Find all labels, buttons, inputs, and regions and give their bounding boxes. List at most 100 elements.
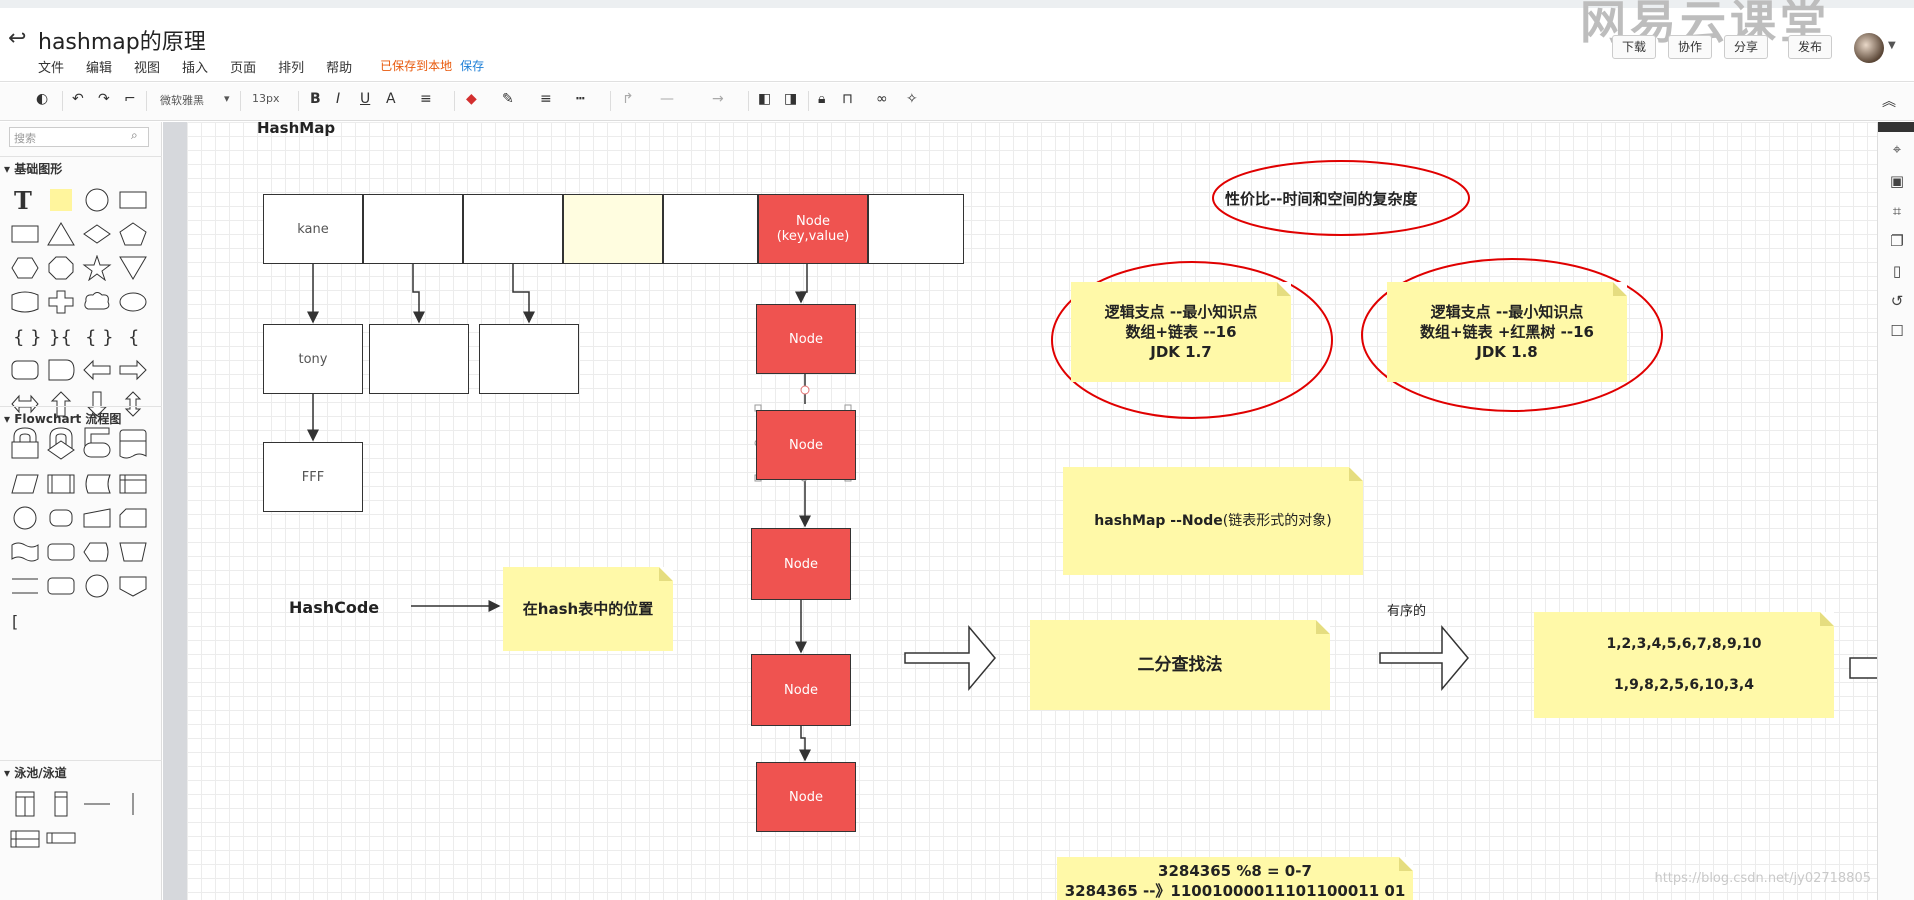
horizontal-lane-shape[interactable] (44, 822, 78, 854)
ellipse-shape[interactable] (116, 286, 150, 318)
format-painter-icon[interactable]: ⌐ (124, 91, 136, 107)
chain-box[interactable]: FFF (263, 442, 363, 512)
direct-data-shape[interactable] (44, 502, 78, 534)
circle-shape[interactable] (80, 570, 114, 602)
unlock-icon[interactable]: ⊓ (842, 91, 853, 107)
diagram-canvas[interactable]: HashMap kane Node (key,value) tony FFF N… (187, 122, 1877, 900)
inverted-triangle-shape[interactable] (116, 252, 150, 284)
arrow-left-shape[interactable] (80, 354, 114, 386)
brace-shape[interactable]: { } (8, 320, 42, 352)
bracket-shape[interactable]: }{ (44, 320, 78, 352)
linked-node[interactable]: Node (751, 528, 851, 600)
display-shape[interactable] (80, 536, 114, 568)
linked-node[interactable]: Node (756, 762, 856, 832)
line-color-icon[interactable]: ✎ (502, 91, 514, 107)
rectangle-shape[interactable] (8, 218, 42, 250)
chain-box[interactable]: tony (263, 324, 363, 394)
underline-button[interactable]: U (360, 91, 370, 107)
tape-shape[interactable] (8, 536, 42, 568)
text-shape[interactable]: T (8, 184, 42, 216)
array-cell-highlighted[interactable] (563, 194, 663, 264)
arrow-style-icon[interactable]: → (712, 91, 724, 107)
bring-front-icon[interactable]: ◧ (758, 91, 771, 107)
menu-file[interactable]: 文件 (38, 57, 64, 76)
sticky-note-numbers[interactable]: 1,2,3,4,5,6,7,8,9,10 1,9,8,2,5,6,10,3,4 (1534, 612, 1834, 718)
pentagon-shape[interactable] (116, 218, 150, 250)
chevron-down-icon[interactable]: ▾ (224, 92, 230, 105)
wave-shape[interactable] (8, 286, 42, 318)
save-link[interactable]: 保存 (460, 57, 484, 76)
chevron-down-icon[interactable]: ▼ (1888, 40, 1896, 51)
bold-button[interactable]: B (310, 91, 321, 107)
italic-button[interactable]: I (336, 91, 340, 107)
sticky-note-modulo[interactable]: 3284365 %8 = 0-7 3284365 --》110010000111… (1057, 857, 1413, 900)
annotation-shape[interactable]: [ (8, 604, 42, 636)
menu-edit[interactable]: 编辑 (86, 57, 112, 76)
fill-color-icon[interactable]: ◆ (466, 91, 477, 107)
line-style-icon[interactable]: ┅ (576, 91, 584, 107)
array-cell[interactable] (663, 194, 758, 264)
document-shape[interactable] (44, 354, 78, 386)
sticky-note-hashmap-node[interactable]: hashMap --Node (链表形式的对象) (1063, 467, 1363, 575)
sticky-note-jdk18[interactable]: 逻辑支点 --最小知识点 数组+链表 +红黑树 --16 JDK 1.8 (1387, 282, 1627, 382)
menu-view[interactable]: 视图 (134, 57, 160, 76)
menu-insert[interactable]: 插入 (182, 57, 208, 76)
rounded-rect-shape[interactable] (8, 354, 42, 386)
brace-left-shape[interactable]: { (116, 320, 150, 352)
star-shape[interactable] (80, 252, 114, 284)
lock-icon[interactable]: 🔒︎ (818, 91, 825, 107)
diamond-shape[interactable] (80, 218, 114, 250)
menu-help[interactable]: 帮助 (326, 57, 352, 76)
navigate-icon[interactable]: ⌖ (1887, 140, 1907, 160)
loop-limit-shape[interactable] (116, 536, 150, 568)
horizontal-separator-shape[interactable] (80, 788, 114, 820)
sticky-note-position[interactable]: 在hash表中的位置 (503, 567, 673, 651)
octagon-shape[interactable] (44, 252, 78, 284)
triangle-shape[interactable] (44, 218, 78, 250)
chain-box[interactable] (369, 324, 469, 394)
section-flowchart[interactable]: ▾ Flowchart 流程图 (0, 406, 162, 430)
publish-button[interactable]: 发布 (1788, 35, 1833, 59)
array-cell-node[interactable]: Node (key,value) (758, 194, 868, 264)
collaborate-button[interactable]: 协作 (1668, 35, 1713, 59)
line-shape[interactable] (8, 570, 42, 602)
connector-shape[interactable] (8, 502, 42, 534)
back-arrow-icon[interactable]: ↩ (8, 26, 26, 51)
chain-box[interactable] (479, 324, 579, 394)
decision-shape[interactable] (44, 434, 78, 466)
array-cell[interactable]: kane (263, 194, 363, 264)
magic-wand-icon[interactable]: ✧ (906, 91, 918, 107)
crop-icon[interactable]: ⌗ (1887, 202, 1907, 222)
circle-shape[interactable] (80, 184, 114, 216)
style-icon[interactable]: ◐ (36, 91, 48, 107)
array-cell[interactable] (868, 194, 964, 264)
redo-icon[interactable]: ↷ (98, 91, 110, 107)
avatar[interactable] (1854, 33, 1884, 63)
sticky-note-jdk17[interactable]: 逻辑支点 --最小知识点 数组+链表 --16 JDK 1.7 (1071, 282, 1291, 382)
vertical-pool-shape[interactable] (8, 788, 42, 820)
rounded-rect-shape[interactable] (44, 570, 78, 602)
search-icon[interactable]: ⌕ (131, 128, 138, 143)
send-back-icon[interactable]: ◨ (784, 91, 797, 107)
font-size-select[interactable]: 13px (252, 92, 280, 105)
stored-data-shape[interactable] (80, 468, 114, 500)
pages-icon[interactable]: ❐ (1887, 232, 1907, 252)
horizontal-pool-shape[interactable] (8, 822, 42, 854)
offpage-shape[interactable] (116, 570, 150, 602)
arrow-right-shape[interactable] (116, 354, 150, 386)
align-icon[interactable]: ≡ (420, 91, 432, 107)
share-button[interactable]: 分享 (1724, 35, 1769, 59)
format-icon[interactable]: ▣ (1887, 172, 1907, 192)
rectangle-shape[interactable] (116, 184, 150, 216)
document-title[interactable]: hashmap的原理 (38, 24, 206, 56)
manual-input-shape[interactable] (80, 502, 114, 534)
data-shape[interactable] (8, 468, 42, 500)
document-shape[interactable] (116, 434, 150, 466)
array-cell[interactable] (363, 194, 463, 264)
process-shape[interactable] (8, 434, 42, 466)
history-icon[interactable]: ↺ (1887, 292, 1907, 312)
cloud-shape[interactable] (80, 286, 114, 318)
comment-icon[interactable]: ☐ (1887, 322, 1907, 342)
vertical-separator-shape[interactable] (116, 788, 150, 820)
link-icon[interactable]: ∞ (876, 91, 888, 107)
